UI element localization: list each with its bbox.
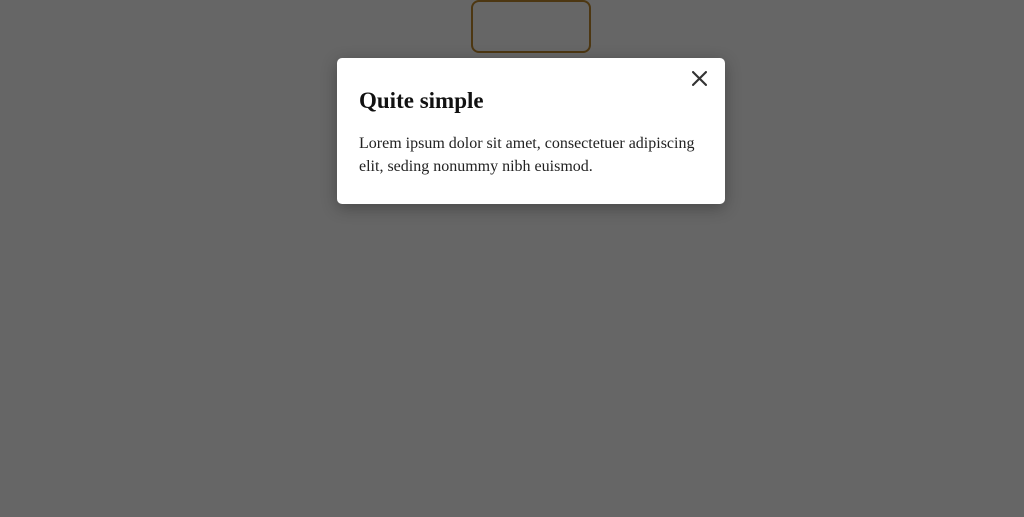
close-icon — [692, 71, 707, 89]
close-button[interactable] — [687, 68, 711, 92]
modal-body-text: Lorem ipsum dolor sit amet, consectetuer… — [359, 132, 703, 178]
modal-dialog: Quite simple Lorem ipsum dolor sit amet,… — [337, 58, 725, 204]
modal-title: Quite simple — [359, 88, 703, 114]
